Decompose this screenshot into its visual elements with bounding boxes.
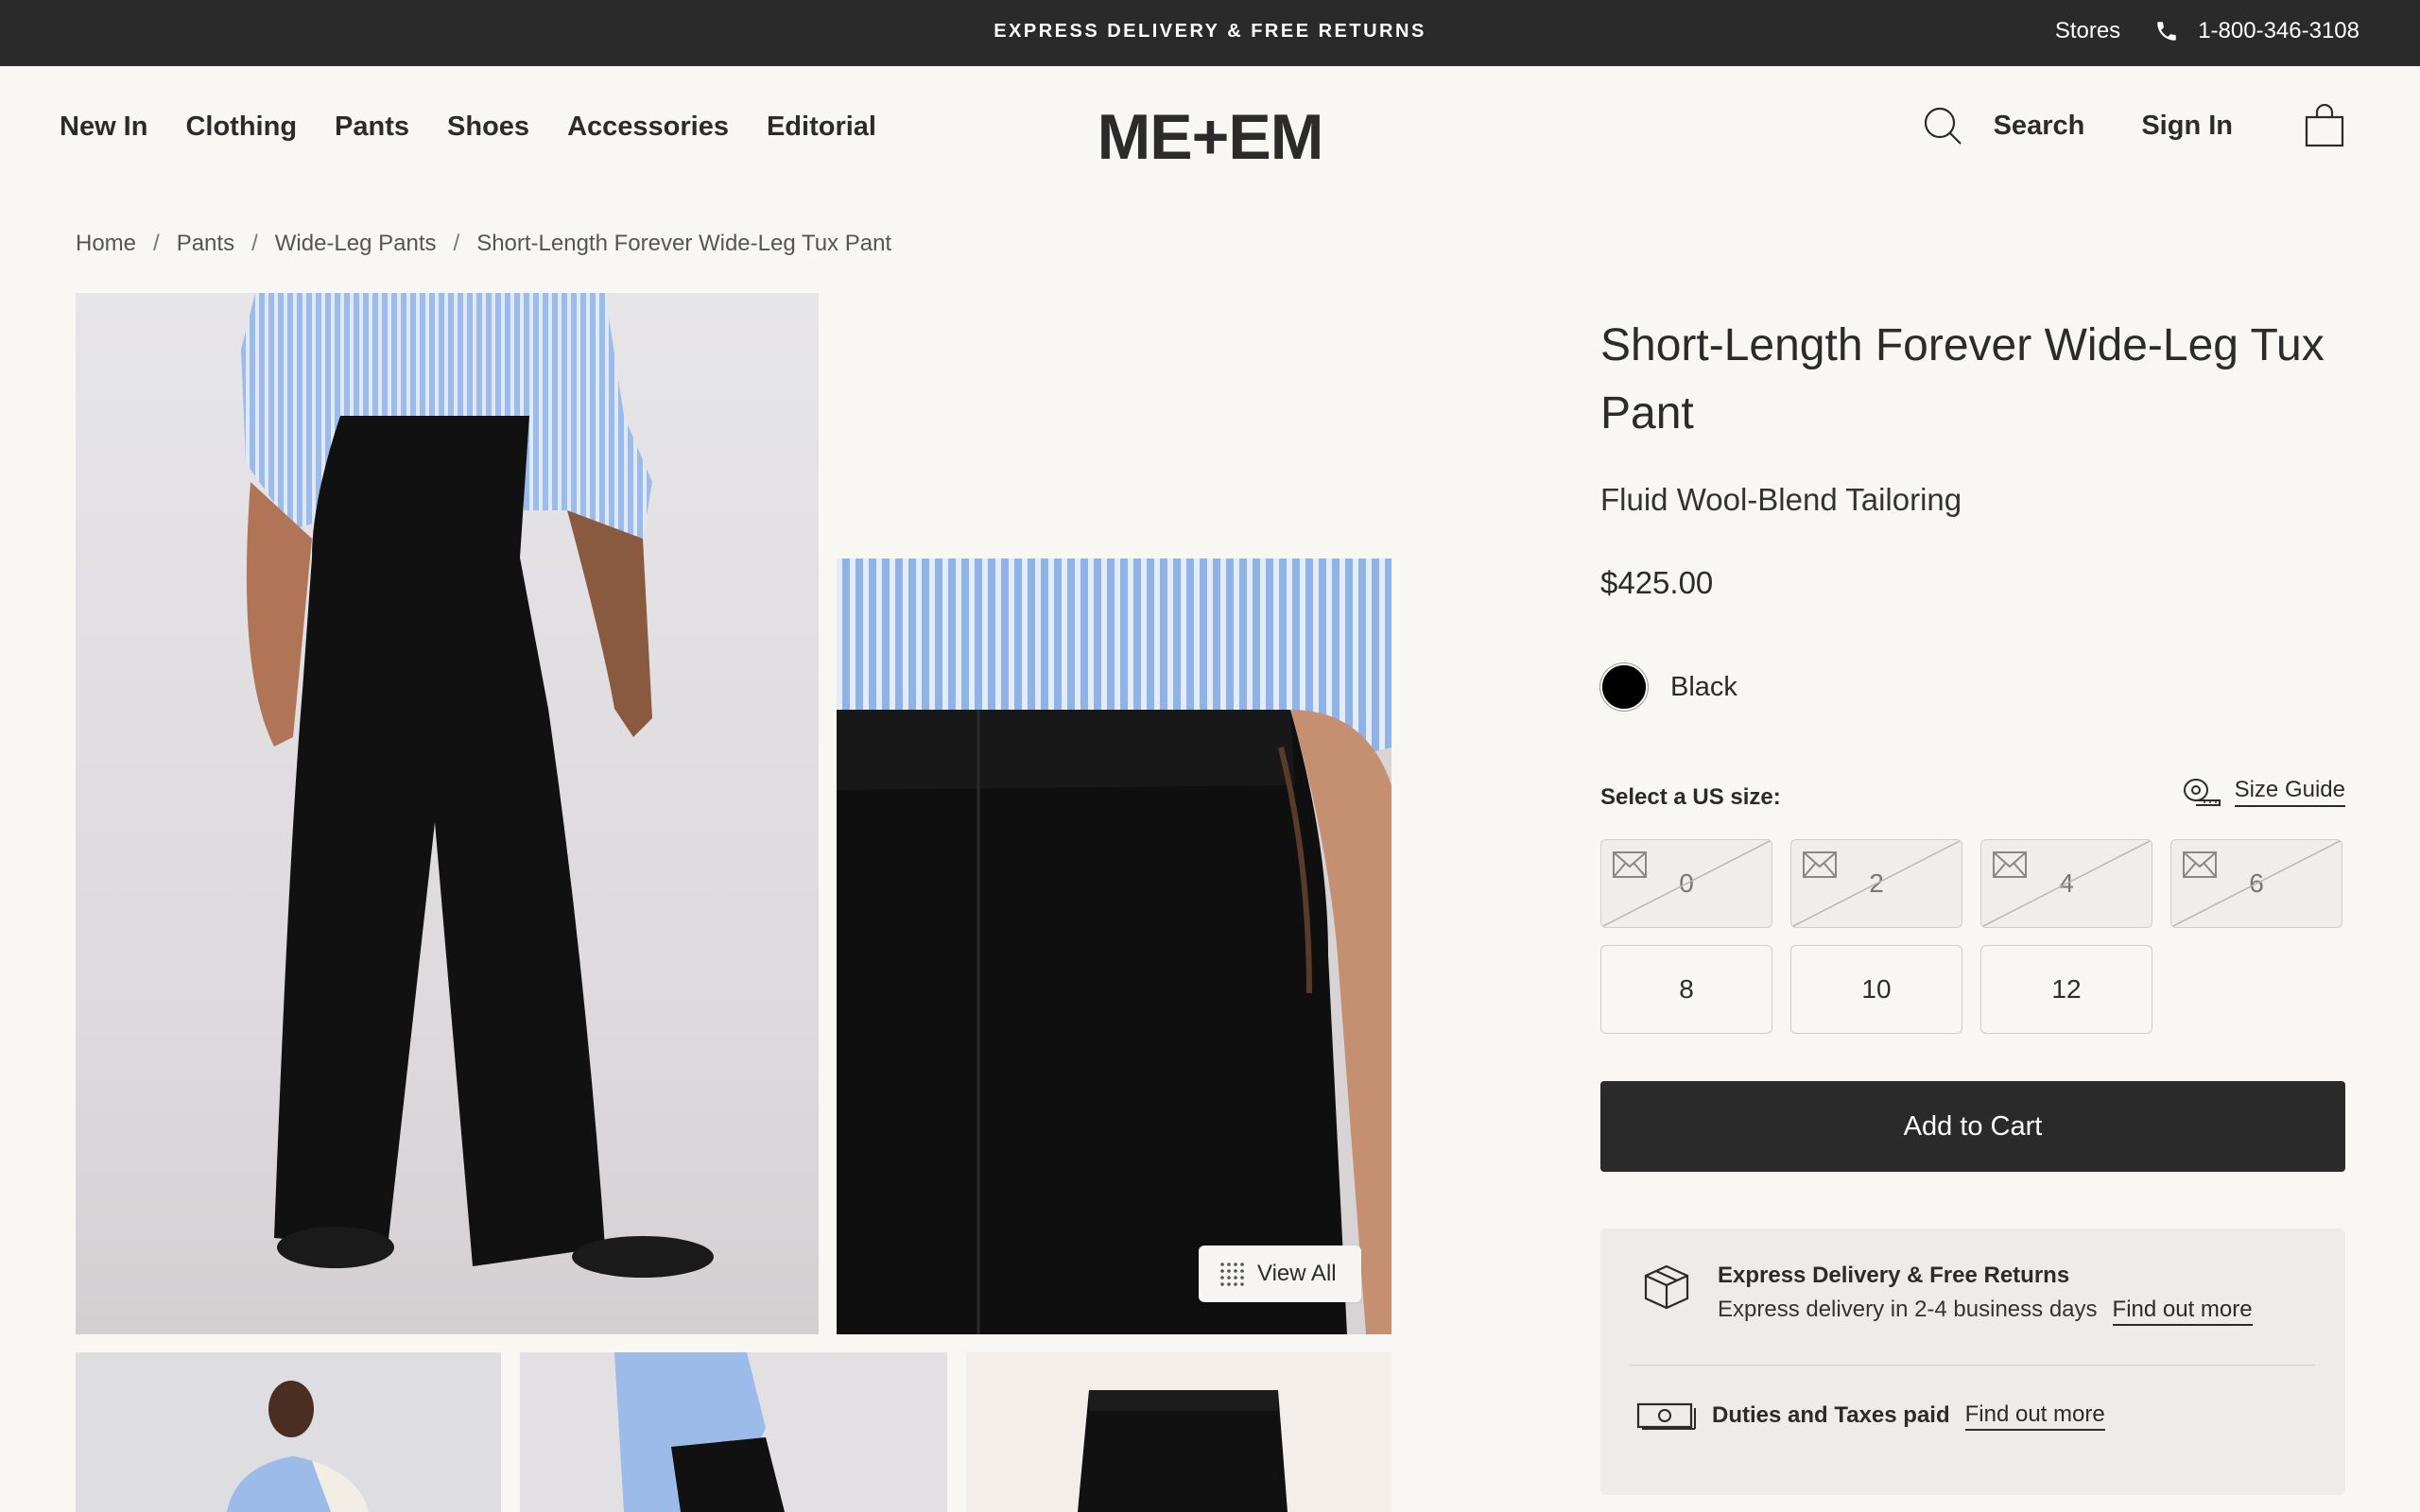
phone-number: 1-800-346-3108: [2198, 18, 2360, 43]
product-thumbnail-3[interactable]: [966, 1352, 1392, 1512]
product-image-detail[interactable]: [837, 558, 1392, 1334]
size-option-0[interactable]: 0: [1600, 839, 1772, 928]
announcement-bar: EXPRESS DELIVERY & FREE RETURNS Stores 1…: [0, 0, 2420, 66]
search-button[interactable]: Search: [1994, 111, 2085, 142]
color-name: Black: [1670, 671, 1737, 702]
breadcrumb-current: Short-Length Forever Wide-Leg Tux Pant: [476, 231, 892, 256]
model-side-thumbnail-illustration: [614, 1352, 785, 1512]
breadcrumb-pants[interactable]: Pants: [177, 231, 234, 257]
brand-logo[interactable]: ME+EM: [1097, 100, 1324, 174]
color-swatch-black[interactable]: [1600, 663, 1648, 711]
view-all-label: View All: [1257, 1261, 1337, 1286]
phone-link[interactable]: 1-800-346-3108: [2154, 18, 2360, 44]
nav-clothing[interactable]: Clothing: [185, 112, 297, 143]
size-guide-link[interactable]: Size Guide: [2182, 777, 2345, 807]
nav-pants[interactable]: Pants: [335, 112, 409, 143]
size-option-12[interactable]: 12: [1980, 945, 2152, 1034]
size-value: 12: [2051, 974, 2082, 1004]
nav-accessories[interactable]: Accessories: [567, 112, 729, 143]
product-title: Short-Length Forever Wide-Leg Tux Pant: [1600, 320, 2325, 438]
size-header: Select a US size: Size Guide: [1600, 777, 2345, 818]
model-thumbnail-illustration: [227, 1381, 369, 1512]
measuring-tape-icon: [2183, 779, 2221, 806]
notify-mail-icon: [1993, 851, 2027, 878]
flat-lay-pants-illustration: [1078, 1390, 1288, 1512]
delivery-detail: Express delivery in 2-4 business days: [1718, 1297, 2098, 1322]
view-all-button[interactable]: View All: [1199, 1246, 1361, 1302]
product-image-main[interactable]: [76, 293, 819, 1334]
breadcrumb-separator: /: [453, 231, 460, 256]
delivery-find-out-more-link[interactable]: Find out more: [2112, 1297, 2253, 1326]
nav-editorial[interactable]: Editorial: [767, 112, 876, 143]
bag-icon[interactable]: [2305, 104, 2344, 147]
duties-heading: Duties and Taxes paid: [1712, 1402, 1950, 1428]
size-grid: 0 2 4 6 8 10 12: [1600, 839, 2345, 1034]
size-option-4[interactable]: 4: [1980, 839, 2152, 928]
notify-mail-icon: [1613, 851, 1647, 878]
search-icon[interactable]: [1922, 105, 1963, 146]
breadcrumb-home[interactable]: Home: [76, 231, 136, 257]
size-option-8[interactable]: 8: [1600, 945, 1772, 1034]
delivery-heading: Express Delivery & Free Returns: [1718, 1263, 2070, 1288]
size-option-2[interactable]: 2: [1790, 839, 1962, 928]
size-guide-label: Size Guide: [2234, 777, 2345, 807]
add-to-cart-button[interactable]: Add to Cart: [1600, 1081, 2345, 1172]
delivery-info-box: Express Delivery & Free Returns Express …: [1600, 1228, 2345, 1495]
breadcrumb-wide-leg[interactable]: Wide-Leg Pants: [275, 231, 437, 257]
site-header: New In Clothing Pants Shoes Accessories …: [0, 66, 2420, 198]
product-subtitle: Fluid Wool-Blend Tailoring: [1600, 482, 1962, 517]
size-value: 8: [1679, 974, 1694, 1004]
nav-shoes[interactable]: Shoes: [447, 112, 529, 143]
main-nav: New In Clothing Pants Shoes Accessories …: [60, 112, 876, 143]
notify-mail-icon: [1803, 851, 1837, 878]
breadcrumb-separator: /: [251, 231, 258, 256]
phone-icon: [2157, 22, 2176, 41]
breadcrumb-separator: /: [153, 231, 160, 256]
size-value: 10: [1861, 974, 1892, 1004]
nav-new-in[interactable]: New In: [60, 112, 147, 143]
duties-find-out-more-link[interactable]: Find out more: [1964, 1401, 2105, 1431]
product-thumbnail-2[interactable]: [520, 1352, 947, 1512]
grid-icon: [1220, 1263, 1244, 1286]
product-price: $425.00: [1600, 565, 1714, 600]
stores-link[interactable]: Stores: [2055, 18, 2120, 44]
size-option-10[interactable]: 10: [1790, 945, 1962, 1034]
color-selector: Black: [1600, 663, 1737, 711]
sign-in-link[interactable]: Sign In: [2141, 111, 2233, 142]
size-option-6[interactable]: 6: [2170, 839, 2342, 928]
banknote-icon: [1636, 1402, 1696, 1430]
waistband-detail-illustration: [837, 558, 1392, 1334]
notify-mail-icon: [2183, 851, 2217, 878]
package-icon: [1644, 1264, 1689, 1310]
product-thumbnail-1[interactable]: [76, 1352, 501, 1512]
product-info-panel: Short-Length Forever Wide-Leg Tux Pant F…: [1600, 312, 2345, 1495]
size-label: Select a US size:: [1600, 784, 1781, 810]
divider: [1631, 1365, 2315, 1366]
model-full-length-illustration: [241, 293, 714, 1278]
breadcrumb: Home / Pants / Wide-Leg Pants / Short-Le…: [76, 231, 891, 257]
